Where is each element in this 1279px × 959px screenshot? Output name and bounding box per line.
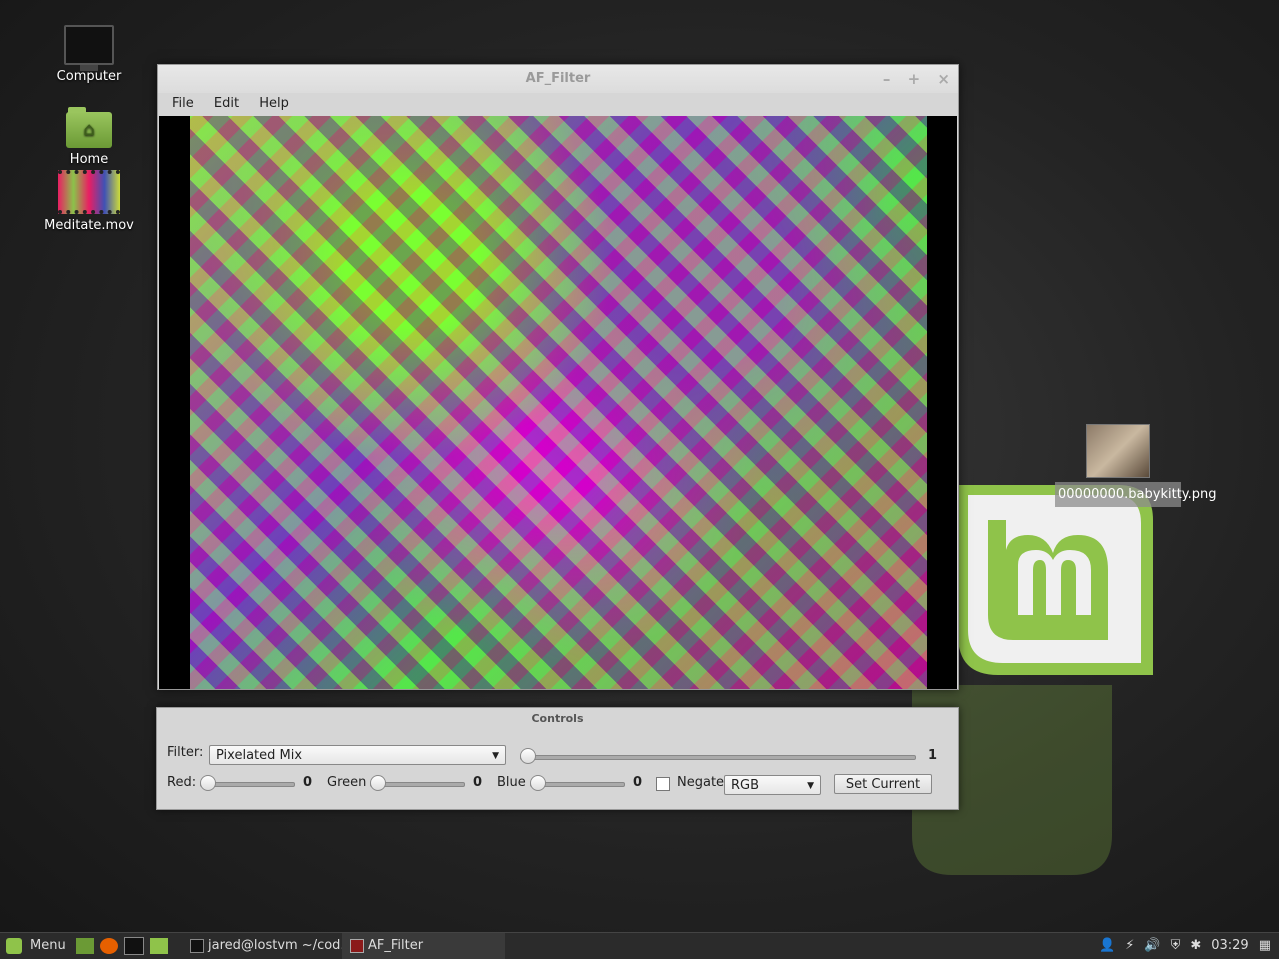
task-label: AF_Filter [368,938,424,953]
image-canvas [159,116,957,689]
window-buttons: – + × [871,65,950,93]
close-button[interactable]: × [937,70,950,88]
maximize-button[interactable]: + [908,70,921,88]
task-label: jared@lostvm ~/cod... [208,938,353,953]
blue-label: Blue [497,775,526,790]
clock[interactable]: 03:29 [1211,938,1248,953]
window-title: AF_Filter [525,71,591,86]
set-current-button[interactable]: Set Current [834,774,932,794]
controls-window: Controls Filter: Pixelated Mix ▼ 1 Red: … [156,707,959,810]
slider-handle[interactable] [520,748,536,764]
blue-value: 0 [633,775,643,790]
video-file-icon [58,170,120,214]
image-thumbnail-icon [1086,424,1150,478]
volume-icon[interactable]: 🔊 [1144,938,1160,953]
desktop-icon-meditate[interactable]: Meditate.mov [44,170,134,233]
red-value: 0 [303,775,313,790]
menu-edit[interactable]: Edit [206,93,247,115]
red-slider[interactable] [200,775,295,791]
desktop-icon-home[interactable]: ⌂ Home [44,107,134,167]
menubar: File Edit Help [158,93,958,115]
firefox-icon[interactable] [100,937,118,954]
task-terminal[interactable]: jared@lostvm ~/cod... [182,933,362,959]
minimize-button[interactable]: – [883,70,891,88]
bluetooth-icon[interactable]: ✱ [1190,938,1201,953]
filter-select[interactable]: Pixelated Mix ▼ [209,745,506,765]
app-window-icon [350,938,364,953]
taskbar: Menu jared@lostvm ~/cod... AF_Filter 👤 ⚡ 🔊… [0,932,1279,959]
network-icon[interactable]: ⚡ [1125,938,1134,953]
dragged-file[interactable]: 00000000.babykitty.png [1055,424,1217,507]
home-folder-icon: ⌂ [66,107,112,148]
terminal-icon[interactable] [124,936,144,955]
blue-slider[interactable] [530,775,625,791]
start-menu-button[interactable]: Menu [6,933,66,959]
user-icon[interactable]: 👤 [1099,938,1115,953]
negate-label: Negate [677,775,725,790]
desktop-icon-computer[interactable]: Computer [44,25,134,84]
filter-strength-value: 1 [928,748,938,763]
show-desktop-icon[interactable] [76,937,94,954]
task-af-filter[interactable]: AF_Filter [342,933,505,959]
dragged-file-label: 00000000.babykitty.png [1055,482,1217,507]
menu-help[interactable]: Help [251,93,297,115]
filtered-image [190,116,927,689]
grid-icon[interactable]: ▦ [1259,938,1271,953]
filter-select-value: Pixelated Mix [216,748,303,763]
quick-launch [76,933,174,959]
mint-menu-icon [6,937,22,954]
red-label: Red: [167,775,197,790]
system-tray: 👤 ⚡ 🔊 ⛨ ✱ 03:29 ▦ [1089,933,1271,959]
desktop-icon-label: Meditate.mov [44,218,134,233]
slider-handle[interactable] [200,775,216,791]
menu-label: Menu [30,938,66,953]
filter-strength-slider[interactable] [520,748,916,764]
slider-handle[interactable] [370,775,386,791]
negate-checkbox[interactable] [656,777,670,791]
controls-title: Controls [531,712,584,725]
desktop-icon-label: Home [69,152,109,167]
files-icon[interactable] [150,937,168,954]
terminal-icon [190,938,204,953]
chevron-down-icon: ▼ [492,751,499,761]
color-mode-value: RGB [731,778,760,793]
menu-file[interactable]: File [164,93,202,115]
green-label: Green [327,775,367,790]
shield-icon[interactable]: ⛨ [1171,938,1181,953]
green-slider[interactable] [370,775,465,791]
chevron-down-icon: ▼ [807,781,814,791]
color-mode-select[interactable]: RGB ▼ [724,775,821,795]
desktop-icon-label: Computer [56,69,122,84]
window-titlebar[interactable]: AF_Filter – + × [158,65,958,93]
filter-label: Filter: [167,745,204,760]
green-value: 0 [473,775,483,790]
af-filter-window: AF_Filter – + × File Edit Help [157,64,959,690]
computer-icon [64,25,114,71]
slider-handle[interactable] [530,775,546,791]
